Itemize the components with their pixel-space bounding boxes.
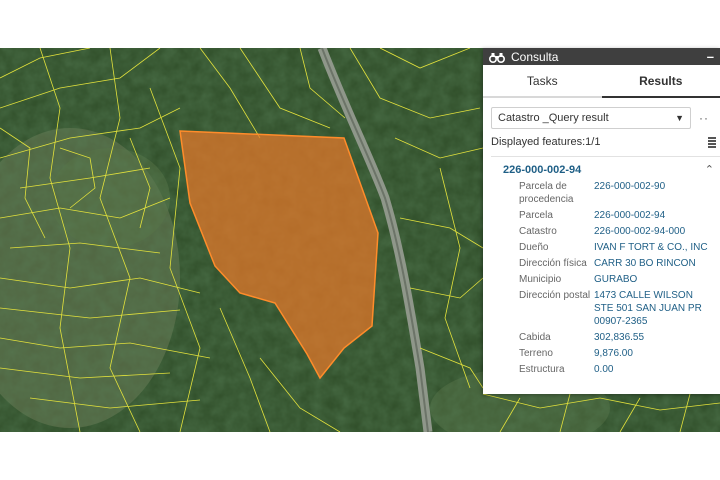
result-id-link[interactable]: 226-000-002-94 [503, 164, 705, 176]
attribute-row: Parcela de procedencia 226-000-002-90 [483, 180, 720, 206]
attribute-value: 9,876.00 [594, 348, 633, 359]
panel-tabs: Tasks Results [483, 65, 720, 98]
attribute-row: Dueño IVAN F TORT & CO., INC [483, 241, 720, 254]
tab-tasks[interactable]: Tasks [483, 65, 602, 98]
result-header[interactable]: 226-000-002-94 ⌃ [483, 157, 720, 177]
attribute-list: Parcela de procedencia 226-000-002-90 Pa… [483, 180, 720, 376]
attribute-label: Dirección física [519, 258, 587, 269]
consulta-panel: Consulta – Tasks Results Catastro _Query… [483, 48, 720, 394]
attribute-label: Dueño [519, 242, 549, 253]
attribute-row: Dirección postal 1473 CALLE WILSON STE 5… [483, 289, 720, 328]
attribute-value: GURABO [594, 274, 638, 285]
attribute-value: 1473 CALLE WILSON STE 501 SAN JUAN PR 00… [594, 290, 702, 327]
attribute-value: 226-000-002-90 [594, 181, 666, 192]
chevron-up-icon[interactable]: ⌃ [705, 163, 714, 176]
caret-down-icon: ▼ [675, 113, 684, 123]
attribute-label: Cabida [519, 332, 551, 343]
attribute-label: Terreno [519, 348, 553, 359]
displayed-features-row: Displayed features:1/1 [483, 129, 720, 148]
attribute-label: Parcela [519, 210, 553, 221]
attribute-row: Terreno 9,876.00 [483, 347, 720, 360]
panel-titlebar: Consulta – [483, 48, 720, 65]
attribute-row: Dirección física CARR 30 BO RINCON [483, 257, 720, 270]
layer-select-row: Catastro _Query result ▼ ·· [483, 98, 720, 129]
attribute-value: 0.00 [594, 364, 614, 375]
attribute-value: 226-000-002-94-000 [594, 226, 686, 237]
attribute-row: Estructura 0.00 [483, 363, 720, 376]
minimize-icon[interactable]: – [707, 50, 714, 63]
attribute-row: Catastro 226-000-002-94-000 [483, 225, 720, 238]
tab-results[interactable]: Results [601, 65, 720, 98]
attribute-value: 226-000-002-94 [594, 210, 666, 221]
layer-select[interactable]: Catastro _Query result ▼ [491, 107, 691, 129]
attribute-label: Parcela de procedencia [519, 181, 574, 205]
attribute-label: Dirección postal [519, 290, 591, 301]
list-view-icon[interactable] [708, 136, 716, 148]
binoculars-icon [489, 51, 505, 63]
layer-select-value: Catastro _Query result [498, 112, 609, 124]
displayed-features-count: Displayed features:1/1 [491, 136, 601, 148]
attribute-row: Municipio GURABO [483, 273, 720, 286]
panel-title: Consulta [511, 49, 559, 64]
attribute-value: IVAN F TORT & CO., INC [594, 242, 708, 253]
attribute-row: Cabida 302,836.55 [483, 331, 720, 344]
attribute-value: CARR 30 BO RINCON [594, 258, 696, 269]
attribute-label: Municipio [519, 274, 562, 285]
attribute-row: Parcela 226-000-002-94 [483, 209, 720, 222]
attribute-label: Catastro [519, 226, 557, 237]
more-options-icon[interactable]: ·· [699, 111, 709, 125]
attribute-label: Estructura [519, 364, 565, 375]
attribute-value: 302,836.55 [594, 332, 645, 343]
